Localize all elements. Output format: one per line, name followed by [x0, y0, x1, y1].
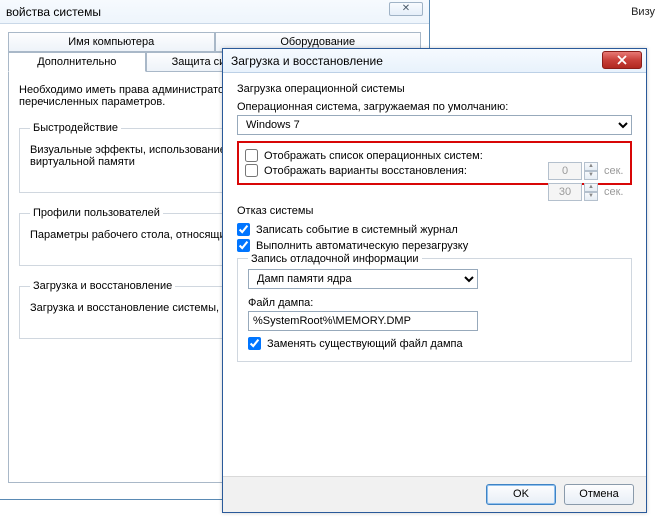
dump-type-select[interactable]: Дамп памяти ядра	[248, 269, 478, 289]
dialog-title: Загрузка и восстановление	[231, 54, 383, 68]
close-button[interactable]	[602, 51, 642, 69]
label-auto-restart: Выполнить автоматическую перезагрузку	[256, 240, 468, 252]
tab-advanced[interactable]: Дополнительно	[8, 52, 146, 72]
recovery-timeout	[548, 183, 582, 201]
window-title: войства системы	[6, 5, 101, 19]
label-write-event: Записать событие в системный журнал	[256, 224, 458, 236]
os-list-timeout-stepper: ▲▼	[584, 162, 598, 180]
group-debug-info: Запись отладочной информации Дамп памяти…	[237, 258, 632, 362]
failure-section-title: Отказ системы	[237, 205, 632, 217]
close-icon[interactable]: ✕	[389, 2, 423, 16]
recovery-timeout-stepper: ▲▼	[584, 183, 598, 201]
checkbox-show-recovery[interactable]	[245, 164, 258, 177]
default-os-label: Операционная система, загружаемая по умо…	[237, 101, 632, 113]
sec-label-1: сек.	[604, 165, 632, 177]
label-overwrite-dump: Заменять существующий файл дампа	[267, 338, 463, 350]
group-profiles-legend: Профили пользователей	[30, 207, 163, 219]
checkbox-show-os-list[interactable]	[245, 149, 258, 162]
group-debug-title: Запись отладочной информации	[248, 253, 422, 265]
close-icon	[617, 55, 627, 65]
timeouts-column: ▲▼ сек. ▲▼ сек.	[548, 159, 632, 204]
checkbox-overwrite-dump[interactable]	[248, 337, 261, 350]
dialog-footer: OK Отмена	[223, 476, 646, 512]
dialog-cancel-button[interactable]: Отмена	[564, 484, 634, 505]
checkbox-write-event[interactable]	[237, 223, 250, 236]
truncated-label: Визу	[631, 6, 655, 18]
sec-label-2: сек.	[604, 186, 632, 198]
tab-computer-name[interactable]: Имя компьютера	[8, 32, 215, 52]
checkbox-auto-restart[interactable]	[237, 239, 250, 252]
dialog-titlebar: Загрузка и восстановление	[223, 49, 646, 73]
dialog-ok-button[interactable]: OK	[486, 484, 556, 505]
os-list-timeout	[548, 162, 582, 180]
boot-section-title: Загрузка операционной системы	[237, 83, 632, 95]
group-startup-legend: Загрузка и восстановление	[30, 280, 175, 292]
dialog-body: Загрузка операционной системы Операционн…	[223, 73, 646, 512]
startup-recovery-dialog: Загрузка и восстановление Загрузка опера…	[222, 48, 647, 513]
label-show-recovery: Отображать варианты восстановления:	[264, 165, 467, 177]
label-show-os-list: Отображать список операционных систем:	[264, 150, 483, 162]
dump-file-label: Файл дампа:	[248, 297, 621, 309]
default-os-select[interactable]: Windows 7	[237, 115, 632, 135]
dump-file-input[interactable]	[248, 311, 478, 331]
group-performance-legend: Быстродействие	[30, 122, 121, 134]
window-controls: ✕	[389, 2, 423, 16]
window-titlebar: войства системы ✕	[0, 0, 429, 24]
